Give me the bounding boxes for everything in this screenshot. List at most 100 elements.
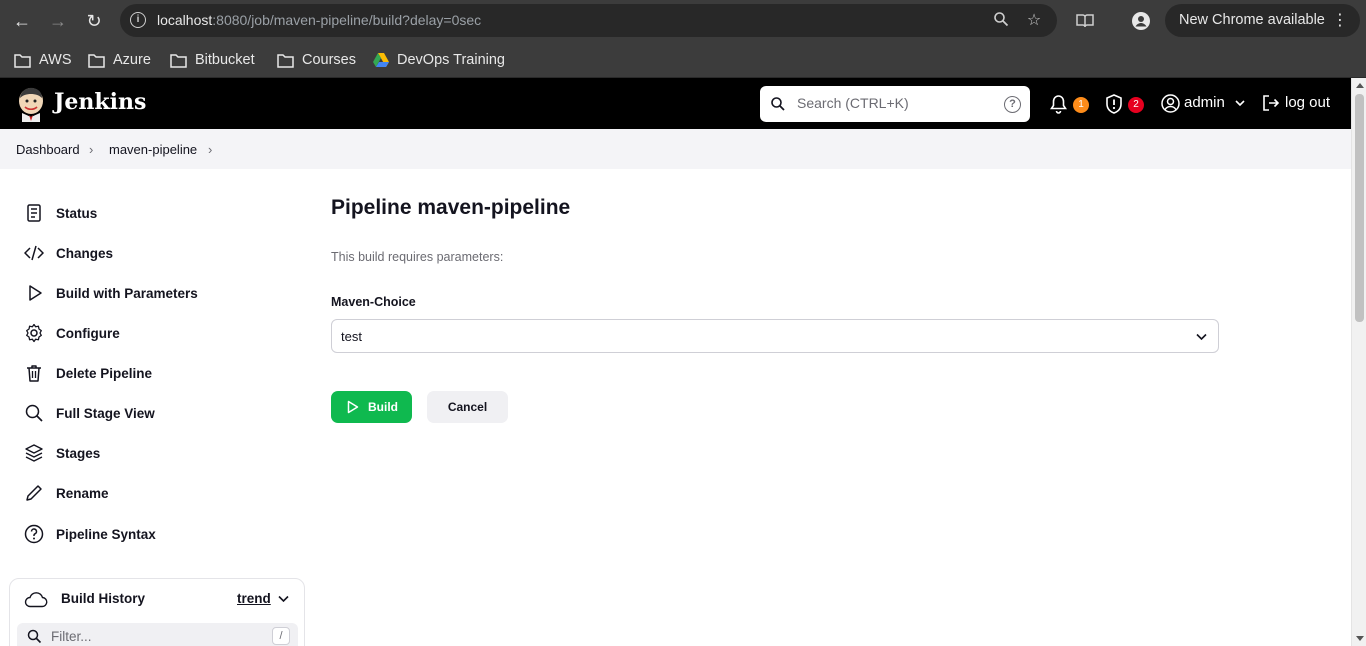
play-icon (29, 285, 42, 301)
pencil-icon (26, 485, 42, 501)
sidebar-item-build-with-parameters[interactable]: Build with Parameters (24, 282, 198, 304)
sidebar-item-full-stage-view[interactable]: Full Stage View (24, 402, 155, 424)
new-chrome-label: New Chrome available (1179, 12, 1325, 28)
sidebar-item-pipeline-syntax[interactable]: Pipeline Syntax (24, 523, 156, 545)
scrollbar-thumb[interactable] (1355, 94, 1364, 322)
vertical-scrollbar[interactable] (1351, 78, 1366, 646)
bookmark-devops-training[interactable]: DevOps Training (373, 50, 505, 70)
sidebar-item-label: Configure (56, 325, 120, 341)
sidebar-item-label: Status (56, 205, 98, 221)
reload-icon[interactable]: ↻ (84, 11, 104, 31)
url-text[interactable]: localhost:8080/job/maven-pipeline/build?… (157, 12, 481, 28)
bookmark-azure[interactable]: Azure (88, 50, 151, 70)
sidebar-item-label: Build with Parameters (56, 285, 198, 301)
sidebar-item-label: Delete Pipeline (56, 365, 153, 381)
build-history-filter-input[interactable]: Filter... / (17, 623, 298, 646)
chevron-right-icon[interactable]: › (208, 142, 212, 157)
bell-icon[interactable] (1049, 94, 1068, 114)
chevron-down-icon (1196, 333, 1207, 341)
breadcrumb-maven-pipeline[interactable]: maven-pipeline (109, 142, 197, 157)
help-circle-icon (24, 524, 44, 544)
profile-icon[interactable] (1131, 11, 1151, 31)
build-history-panel: Build History trend Filter... / (9, 578, 305, 646)
cancel-button[interactable]: Cancel (427, 391, 508, 423)
folder-icon (277, 53, 294, 68)
folder-icon (88, 53, 105, 68)
sidebar-item-label: Changes (56, 245, 114, 261)
sidebar-item-rename[interactable]: Rename (24, 482, 109, 504)
address-bar[interactable]: i localhost:8080/job/maven-pipeline/buil… (120, 4, 1057, 37)
logout-icon[interactable] (1262, 94, 1280, 112)
bookmark-label: Azure (113, 52, 151, 68)
play-icon (347, 400, 359, 414)
jenkins-header: Jenkins Search (CTRL+K) ? 1 2 admin log … (0, 78, 1351, 129)
sidebar-item-configure[interactable]: Configure (24, 322, 120, 344)
sidebar-item-stages[interactable]: Stages (24, 442, 100, 464)
gear-icon (26, 323, 42, 343)
folder-icon (170, 53, 187, 68)
sidebar-item-label: Pipeline Syntax (56, 526, 156, 542)
url-path: :8080/job/maven-pipeline/build?delay=0se… (212, 12, 482, 28)
user-icon[interactable] (1161, 94, 1180, 113)
trash-icon (27, 365, 41, 382)
folder-icon (14, 53, 31, 68)
build-history-title: Build History (61, 591, 146, 606)
trend-link[interactable]: trend (237, 591, 271, 606)
bookmark-label: Courses (302, 52, 356, 68)
bookmark-label: AWS (39, 52, 72, 68)
shield-warning-icon[interactable] (1105, 94, 1123, 114)
sidebar-item-label: Rename (56, 485, 109, 501)
selected-value: test (341, 329, 362, 344)
kebab-menu-icon[interactable]: ⋮ (1332, 4, 1348, 37)
bookmark-label: Bitbucket (195, 52, 255, 68)
search-placeholder: Search (CTRL+K) (797, 95, 909, 111)
search-input[interactable]: Search (CTRL+K) ? (760, 86, 1030, 122)
scroll-down-arrow-icon[interactable] (1356, 636, 1364, 641)
cloud-icon (24, 592, 48, 608)
scroll-up-arrow-icon[interactable] (1356, 83, 1364, 88)
bookmark-bitbucket[interactable]: Bitbucket (170, 50, 255, 70)
search-icon (27, 629, 42, 644)
back-arrow-icon[interactable]: ← (12, 11, 32, 31)
star-bookmark-icon[interactable]: ☆ (1024, 11, 1044, 31)
breadcrumb: Dashboard › maven-pipeline › (0, 129, 1351, 169)
site-info-icon[interactable]: i (130, 12, 146, 28)
app-title[interactable]: Jenkins (54, 89, 146, 115)
search-icon (25, 404, 43, 422)
reading-list-icon[interactable] (1075, 11, 1095, 31)
new-chrome-available-button[interactable]: New Chrome available ⋮ (1165, 4, 1360, 37)
requires-parameters-text: This build requires parameters: (331, 250, 504, 264)
maven-choice-select[interactable]: test (331, 319, 1219, 353)
bookmark-aws[interactable]: AWS (14, 50, 72, 70)
build-button-label: Build (368, 400, 398, 414)
bookmarks-bar: AWS Azure Bitbucket Courses DevOps Train… (0, 42, 1366, 78)
username: admin (1184, 94, 1225, 111)
url-host: localhost (157, 12, 213, 28)
build-button[interactable]: Build (331, 391, 412, 423)
notifications-badge: 1 (1073, 97, 1089, 113)
chevron-down-icon[interactable] (278, 595, 289, 603)
bookmark-courses[interactable]: Courses (277, 50, 356, 70)
sidebar-item-label: Stages (56, 445, 101, 461)
logout-link[interactable]: log out (1285, 94, 1330, 111)
sidebar-item-changes[interactable]: Changes (24, 242, 113, 264)
breadcrumb-dashboard[interactable]: Dashboard (16, 142, 80, 157)
security-badge: 2 (1128, 97, 1144, 113)
help-icon[interactable]: ? (1004, 96, 1021, 113)
sidebar-item-label: Full Stage View (56, 405, 155, 421)
bookmark-label: DevOps Training (397, 52, 505, 68)
search-icon (771, 97, 785, 111)
parameter-label: Maven-Choice (331, 295, 416, 309)
browser-toolbar: ← → ↻ i localhost:8080/job/maven-pipelin… (0, 0, 1366, 42)
sidebar-item-delete-pipeline[interactable]: Delete Pipeline (24, 362, 152, 384)
user-menu[interactable]: admin (1184, 94, 1245, 111)
jenkins-logo-icon[interactable] (16, 86, 46, 122)
sidebar-item-status[interactable]: Status (24, 202, 97, 224)
layers-icon (25, 444, 43, 462)
forward-arrow-icon[interactable]: → (48, 11, 68, 31)
keyboard-shortcut-badge: / (272, 627, 290, 645)
page-title: Pipeline maven-pipeline (331, 196, 571, 219)
filter-placeholder: Filter... (51, 629, 92, 644)
zoom-icon[interactable] (991, 11, 1011, 31)
chevron-right-icon: › (89, 142, 94, 157)
